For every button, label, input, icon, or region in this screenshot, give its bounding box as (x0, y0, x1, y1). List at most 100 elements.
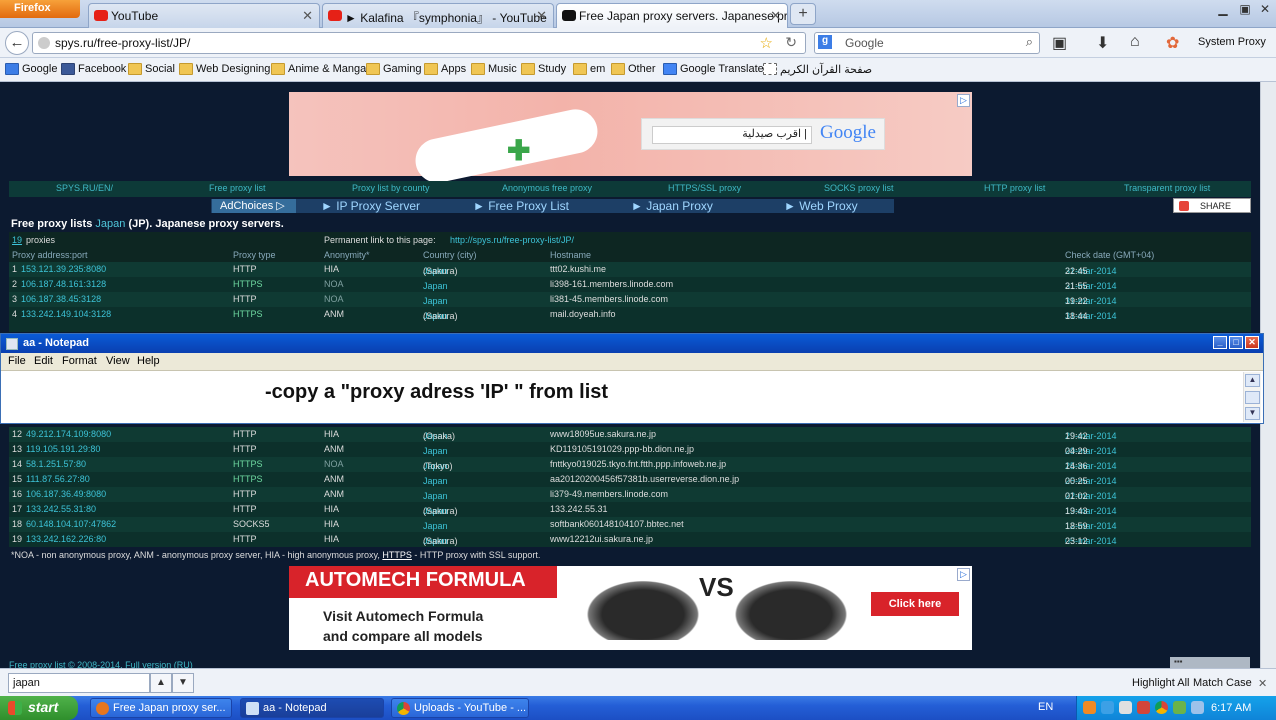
bookmark-google[interactable]: Google (5, 63, 57, 75)
network-icon[interactable] (1191, 701, 1204, 714)
minimize-icon[interactable]: _ (1213, 336, 1227, 349)
close-icon[interactable]: ✕ (1245, 336, 1259, 349)
url-bar[interactable]: spys.ru/free-proxy-list/JP/ ☆ ↻ (32, 32, 806, 54)
adchoices-icon[interactable]: ▷ (957, 94, 970, 107)
tab-kalafina[interactable]: ► Kalafina 『symphonia』 - YouTube ✕ (322, 3, 554, 28)
proxy-ip[interactable]: 119.105.191.29:80 (26, 444, 100, 454)
highlight-all-button[interactable]: Highlight All (1132, 677, 1189, 689)
addon-icon[interactable]: ✿ (1166, 33, 1179, 53)
menu-http-proxy[interactable]: HTTP proxy list (984, 183, 1045, 193)
proxy-ip[interactable]: 58.1.251.57:80 (26, 459, 86, 469)
proxy-ip[interactable]: 106.187.38.45:3128 (21, 294, 101, 304)
bookmark-folder-anime-manga[interactable]: Anime & Manga (271, 63, 366, 75)
menu-socks-proxy[interactable]: SOCKS proxy list (824, 183, 894, 193)
find-input[interactable]: japan (8, 673, 150, 693)
scroll-thumb[interactable] (1245, 391, 1260, 404)
menu-help[interactable]: Help (137, 355, 160, 367)
tab-spys-proxy[interactable]: Free Japan proxy servers. Japanese pro..… (556, 3, 788, 28)
chrome-tray-icon[interactable] (1155, 701, 1168, 714)
close-tab-icon[interactable]: ✕ (302, 8, 313, 24)
https-link[interactable]: HTTPS (382, 550, 412, 560)
ad-link-ip-proxy-server[interactable]: ► IP Proxy Server (321, 199, 420, 213)
bookmark-folder-study[interactable]: Study (521, 63, 566, 75)
maximize-icon[interactable]: ▣ (1236, 2, 1254, 16)
home-icon[interactable]: ⌂ (1130, 33, 1140, 51)
proxy-ip[interactable]: 106.187.36.49:8080 (26, 489, 106, 499)
ad-link-free-proxy-list[interactable]: ► Free Proxy List (473, 199, 569, 213)
proxy-ip[interactable]: 133.242.55.31:80 (26, 504, 96, 514)
proxy-count[interactable]: 19 (12, 235, 22, 245)
taskbar-item-notepad[interactable]: aa - Notepad (240, 698, 384, 718)
firefox-menu-button[interactable]: Firefox (0, 0, 80, 18)
bookmark-folder-gaming[interactable]: Gaming (366, 63, 422, 75)
bookmark-star-icon[interactable]: ☆ (760, 34, 773, 52)
copyright-link[interactable]: Free proxy list © 2008-2014. Full versio… (9, 660, 193, 668)
proxy-ip[interactable]: 60.148.104.107:47862 (26, 519, 116, 529)
screenshot-icon[interactable]: ▣ (1052, 33, 1067, 53)
menu-edit[interactable]: Edit (34, 355, 53, 367)
menu-transparent-proxy[interactable]: Transparent proxy list (1124, 183, 1210, 193)
close-tab-icon[interactable]: ✕ (770, 8, 781, 24)
ad-search-input[interactable]: اقرب صيدلية | (652, 126, 812, 144)
download-icon[interactable]: ⬇ (1096, 33, 1109, 53)
taskbar-item-chrome[interactable]: Uploads - YouTube - ... (391, 698, 529, 718)
menu-file[interactable]: File (8, 355, 26, 367)
permanent-link[interactable]: http://spys.ru/free-proxy-list/JP/ (450, 235, 574, 245)
taskbar-item-firefox[interactable]: Free Japan proxy ser... (90, 698, 232, 718)
tray-app-icon[interactable] (1119, 701, 1132, 714)
minimize-icon[interactable]: ▁ (1214, 2, 1232, 16)
match-case-checkbox[interactable]: Match Case (1193, 677, 1252, 689)
clock[interactable]: 6:17 AM (1211, 702, 1251, 714)
notepad-scrollbar[interactable]: ▲ ▼ (1243, 372, 1261, 422)
bookmark-folder-social[interactable]: Social (128, 63, 175, 75)
close-tab-icon[interactable]: ✕ (536, 8, 547, 24)
menu-proxy-by-county[interactable]: Proxy list by county (352, 183, 430, 193)
notepad-window[interactable]: aa - Notepad _ □ ✕ File Edit Format View… (0, 333, 1264, 424)
find-previous-button[interactable]: ▲ (150, 673, 172, 693)
close-window-icon[interactable]: ✕ (1256, 2, 1274, 16)
proxy-ip[interactable]: 49.212.174.109:8080 (26, 429, 111, 439)
bookmark-folder-em[interactable]: em (573, 63, 605, 75)
adchoices-icon[interactable]: ▷ (957, 568, 970, 581)
maximize-icon[interactable]: □ (1229, 336, 1243, 349)
share-button[interactable]: SHARE (1173, 198, 1251, 213)
bookmark-quran[interactable]: صفحة القرآن الكريم (763, 63, 872, 76)
proxy-ip[interactable]: 133.242.162.226:80 (26, 534, 106, 544)
bookmark-folder-other[interactable]: Other (611, 63, 656, 75)
bookmark-folder-apps[interactable]: Apps (424, 63, 466, 75)
tab-youtube[interactable]: YouTube ✕ (88, 3, 320, 28)
tray-app-icon[interactable] (1137, 701, 1150, 714)
bookmark-google-translate[interactable]: Google Translate (663, 63, 764, 75)
menu-anonymous-proxy[interactable]: Anonymous free proxy (502, 183, 592, 193)
proxy-ip[interactable]: 153.121.39.235:8080 (21, 264, 106, 274)
ad-banner-bottom[interactable]: AUTOMECH FORMULA Visit Automech Formula a… (289, 566, 972, 650)
country-link[interactable]: Japan (95, 218, 125, 230)
notepad-title-bar[interactable]: aa - Notepad _ □ ✕ (1, 334, 1263, 353)
reload-icon[interactable]: ↻ (785, 34, 797, 51)
new-tab-button[interactable]: + (790, 3, 816, 25)
bookmark-folder-web-designing[interactable]: Web Designing (179, 63, 270, 75)
tray-app-icon[interactable] (1101, 701, 1114, 714)
bookmark-facebook[interactable]: Facebook (61, 63, 126, 75)
language-indicator[interactable]: EN (1038, 701, 1053, 713)
menu-format[interactable]: Format (62, 355, 97, 367)
tray-app-icon[interactable] (1083, 701, 1096, 714)
menu-free-proxy-list[interactable]: Free proxy list (209, 183, 266, 193)
proxy-ip[interactable]: 106.187.48.161:3128 (21, 279, 106, 289)
scroll-down-icon[interactable]: ▼ (1245, 407, 1260, 420)
menu-view[interactable]: View (106, 355, 130, 367)
scroll-up-icon[interactable]: ▲ (1245, 374, 1260, 387)
search-icon[interactable]: ⌕ (1026, 34, 1033, 50)
ad-google-search[interactable]: اقرب صيدلية | Google (641, 118, 885, 150)
menu-https-proxy[interactable]: HTTPS/SSL proxy (668, 183, 741, 193)
start-button[interactable]: start (0, 696, 78, 720)
notepad-text[interactable]: -copy a "proxy adress 'IP' " from list (265, 381, 608, 404)
ad-banner-top[interactable]: ✚ اقرب صيدلية | Google ▷ (289, 92, 972, 187)
adchoices-button[interactable]: AdChoices ▷ (212, 199, 296, 213)
proxy-ip[interactable]: 133.242.149.104:3128 (21, 309, 111, 319)
proxy-ip[interactable]: 111.87.56.27:80 (26, 474, 90, 484)
ad-click-here-button[interactable]: Click here (871, 592, 959, 616)
search-box[interactable]: g Google ⌕ (814, 32, 1040, 54)
tray-app-icon[interactable] (1173, 701, 1186, 714)
back-button[interactable]: ← (5, 31, 29, 55)
